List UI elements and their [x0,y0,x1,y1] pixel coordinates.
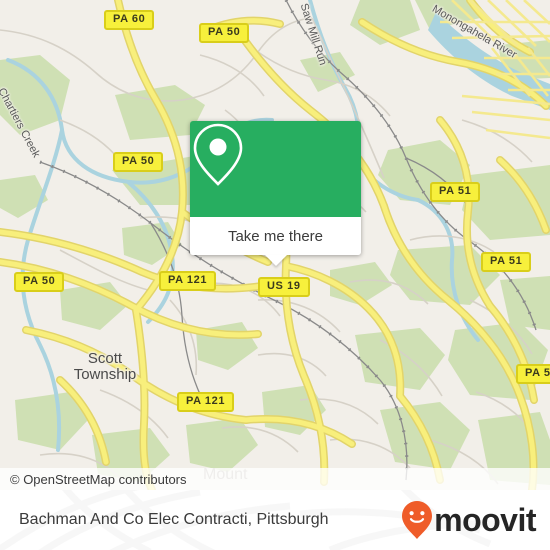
bottom-info-bar: Bachman And Co Elec Contracti, Pittsburg… [0,490,550,550]
road-shield-pa-51-lower[interactable]: PA 51 [516,364,550,384]
road-shield-pa-121-upper[interactable]: PA 121 [159,271,217,291]
road-shield-pa-50-left[interactable]: PA 50 [14,272,65,292]
road-shield-pa-50-mid[interactable]: PA 50 [113,152,164,172]
road-shield-pa-60[interactable]: PA 60 [104,10,155,30]
road-shield-pa-51-right[interactable]: PA 51 [481,252,532,272]
map-canvas[interactable]: Chartiers Creek Saw Mill Run Monongahela… [0,0,550,490]
road-shield-pa-50-top[interactable]: PA 50 [199,23,250,43]
moovit-pin-icon [402,501,433,539]
road-shield-pa-121-lower[interactable]: PA 121 [177,392,235,412]
take-me-there-label: Take me there [227,227,324,245]
place-title: Bachman And Co Elec Contracti, Pittsburg… [19,511,329,528]
popup-action-row[interactable]: Take me there [190,217,361,255]
map-pin-icon [193,123,243,186]
attribution-text: © OpenStreetMap contributors [10,471,187,487]
attribution-bar: © OpenStreetMap contributors [0,468,550,490]
moovit-wordmark: moovit [434,501,536,538]
road-shield-us-19[interactable]: US 19 [258,277,310,297]
place-label-scott-township: Scott Township [73,350,137,383]
moovit-logo: moovit [401,500,550,540]
map-screen: Chartiers Creek Saw Mill Run Monongahela… [0,0,550,550]
road-shield-pa-51-upper[interactable]: PA 51 [430,182,481,202]
location-popup[interactable]: Take me there [190,121,361,266]
popup-pointer [264,255,287,266]
popup-header [190,121,361,217]
